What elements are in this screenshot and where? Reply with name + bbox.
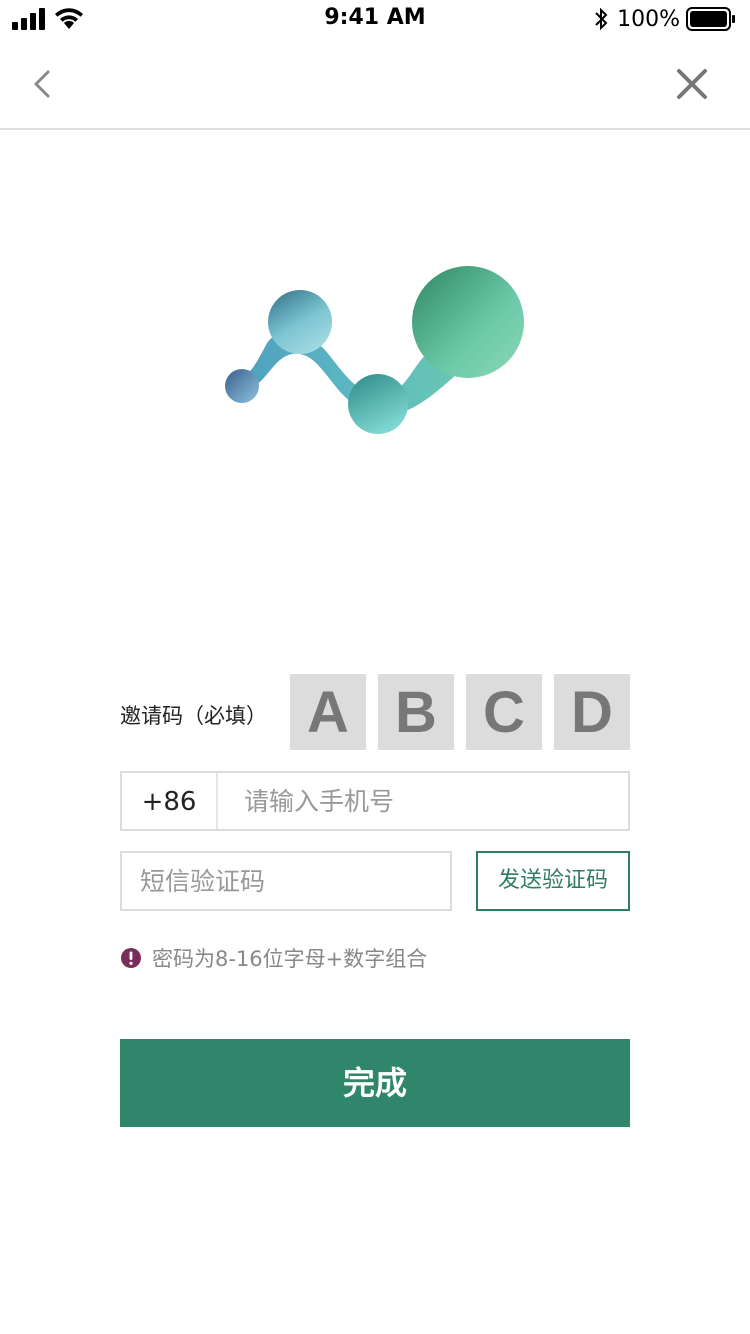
- status-bar: 9:41 AM 100%: [0, 0, 750, 40]
- bluetooth-icon: [595, 7, 608, 31]
- app-logo: [210, 255, 540, 450]
- invite-code-char-2[interactable]: B: [378, 674, 454, 750]
- password-hint: 密码为8-16位字母+数字组合: [120, 944, 427, 972]
- molecule-logo: [225, 266, 524, 434]
- close-icon: [677, 69, 707, 99]
- sms-code-input[interactable]: [120, 851, 452, 911]
- invite-code-char-1[interactable]: A: [290, 674, 366, 750]
- status-right: 100%: [593, 6, 736, 32]
- country-code-selector[interactable]: +86: [122, 773, 218, 829]
- battery-icon: [686, 7, 735, 31]
- chevron-left-icon: [34, 70, 50, 98]
- exclamation-circle-icon: [121, 948, 141, 968]
- back-button[interactable]: [28, 66, 58, 102]
- password-hint-text: 密码为8-16位字母+数字组合: [152, 947, 428, 971]
- send-code-button[interactable]: 发送验证码: [476, 851, 630, 911]
- invite-code-char-4[interactable]: D: [554, 674, 630, 750]
- battery-percentage: 100%: [617, 6, 680, 32]
- phone-field: +86: [120, 771, 630, 831]
- close-button[interactable]: [674, 66, 710, 102]
- invite-code-char-3[interactable]: C: [466, 674, 542, 750]
- invite-code-row: 邀请码（必填） A B C D: [120, 674, 630, 752]
- submit-button[interactable]: 完成: [120, 1039, 630, 1127]
- phone-input[interactable]: [220, 773, 620, 829]
- invite-code-label: 邀请码（必填）: [120, 704, 267, 728]
- nav-bar: [0, 40, 750, 130]
